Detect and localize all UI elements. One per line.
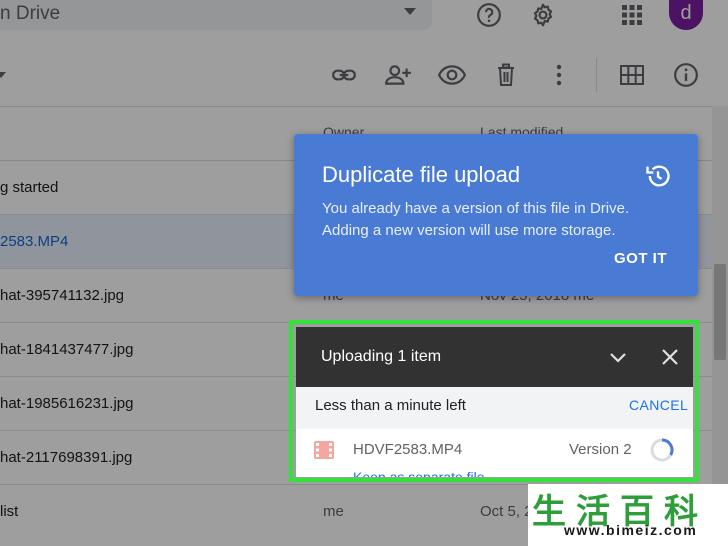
video-file-icon (314, 441, 334, 459)
upload-status-bar: Less than a minute left CANCEL (296, 387, 693, 429)
version-history-icon (646, 165, 670, 187)
watermark-logo: 生活百科 www.bimeiz.com (528, 484, 728, 546)
notice-title: Duplicate file upload (322, 162, 521, 187)
duplicate-upload-notice: Duplicate file upload You already have a… (294, 134, 698, 296)
upload-item: HDVF2583.MP4 Version 2 Keep as separate … (296, 429, 693, 477)
notice-body: You already have a version of this file … (322, 200, 630, 239)
upload-title: Uploading 1 item (321, 348, 442, 365)
watermark-url: www.bimeiz.com (564, 522, 698, 538)
upload-version-label: Version 2 (569, 441, 632, 458)
upload-file-name: HDVF2583.MP4 (353, 441, 463, 458)
cancel-upload-button[interactable]: CANCEL (629, 397, 688, 413)
upload-progress-spinner-icon (650, 438, 674, 462)
upload-time-left: Less than a minute left (315, 397, 466, 414)
chevron-down-icon[interactable] (606, 345, 630, 369)
upload-panel-header: Uploading 1 item (296, 327, 693, 387)
close-icon[interactable] (658, 345, 682, 369)
keep-separate-file-link[interactable]: Keep as separate file (353, 469, 485, 477)
got-it-button[interactable]: GOT IT (614, 250, 667, 267)
upload-panel: Uploading 1 item Less than a minute left… (296, 327, 693, 477)
